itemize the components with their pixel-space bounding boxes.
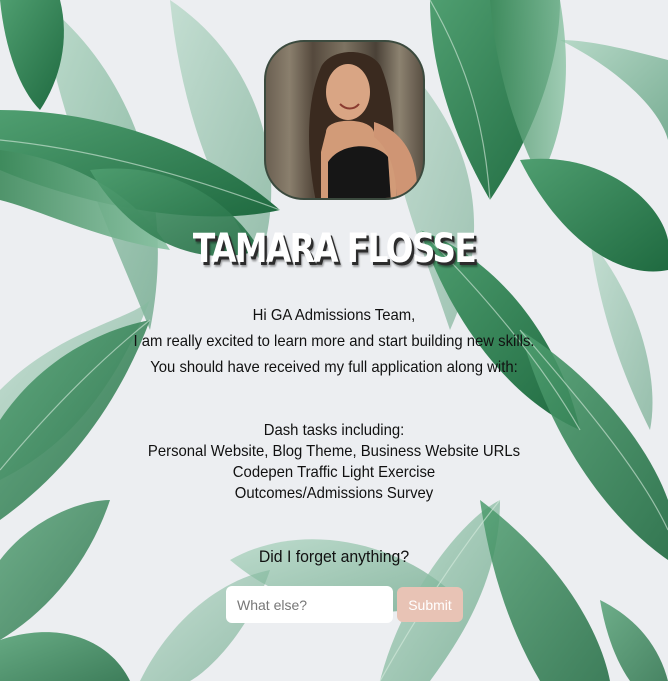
profile-name: TAMARA FLOSSE [192,226,477,272]
submit-button[interactable]: Submit [397,587,463,622]
task-item: Personal Website, Blog Theme, Business W… [147,443,521,460]
intro-greeting: Hi GA Admissions Team, [252,307,416,324]
intro-application-note: You should have received my full applica… [150,359,518,376]
task-item: Outcomes/Admissions Survey [234,485,434,502]
profile-photo [264,40,425,200]
tasks-list: Dash tasks including: Personal Website, … [23,420,644,504]
tasks-heading: Dash tasks including: [263,422,405,439]
intro-message: Hi GA Admissions Team, I am really excit… [23,303,644,381]
what-else-input[interactable] [226,586,393,623]
task-item: Codepen Traffic Light Exercise [232,464,436,481]
page-content: TAMARA FLOSSE Hi GA Admissions Team, I a… [0,0,668,681]
intro-excitement: I am really excited to learn more and st… [133,333,535,350]
followup-question: Did I forget anything? [258,547,410,566]
